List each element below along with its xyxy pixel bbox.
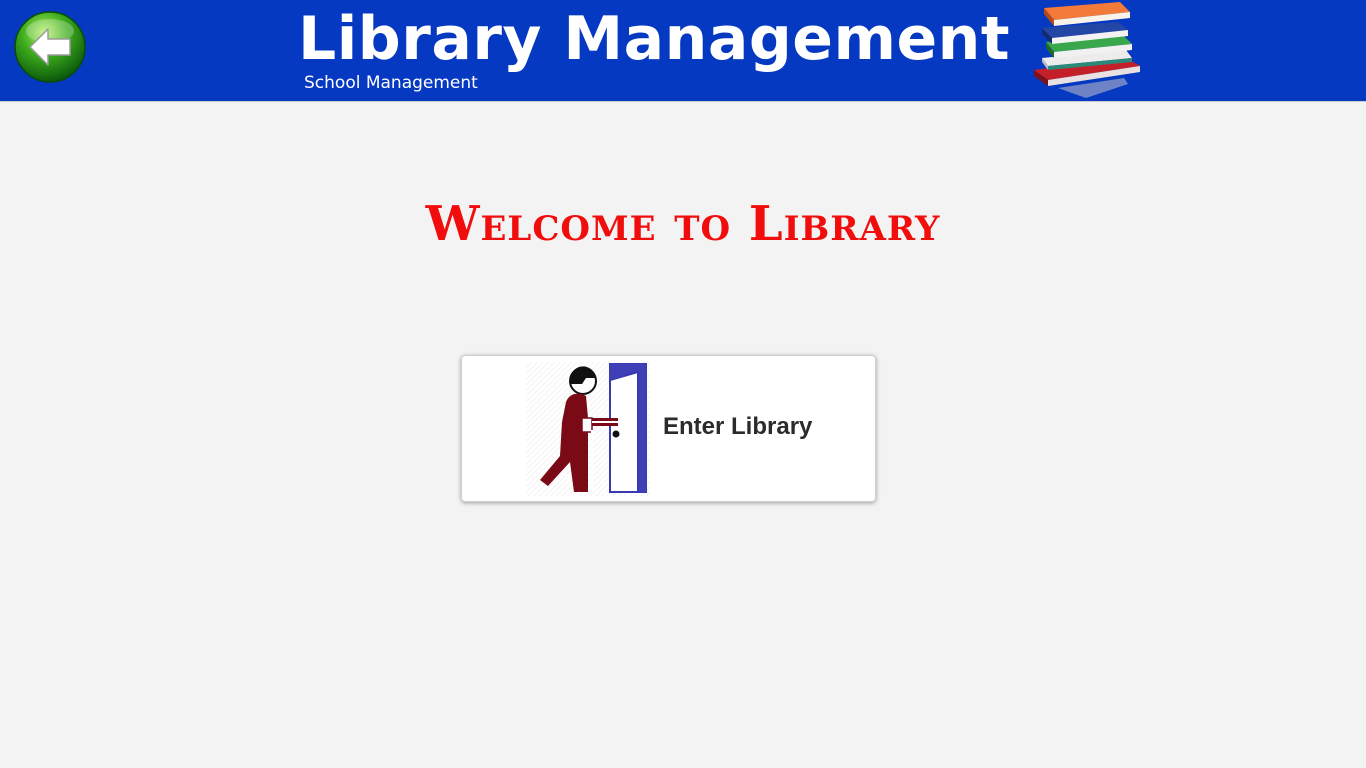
- books-stack-icon: [1034, 2, 1140, 98]
- enter-library-button[interactable]: Enter Library: [461, 355, 876, 502]
- person-entering-door-icon: [526, 362, 650, 496]
- back-arrow-icon: [14, 11, 86, 83]
- app-title: Library Management: [298, 4, 1011, 74]
- enter-library-label: Enter Library: [663, 413, 813, 440]
- app-subtitle: School Management: [304, 73, 478, 93]
- app-header: Library Management School Management: [0, 0, 1366, 102]
- back-button[interactable]: [14, 11, 86, 83]
- welcome-heading: Welcome to Library: [425, 196, 941, 252]
